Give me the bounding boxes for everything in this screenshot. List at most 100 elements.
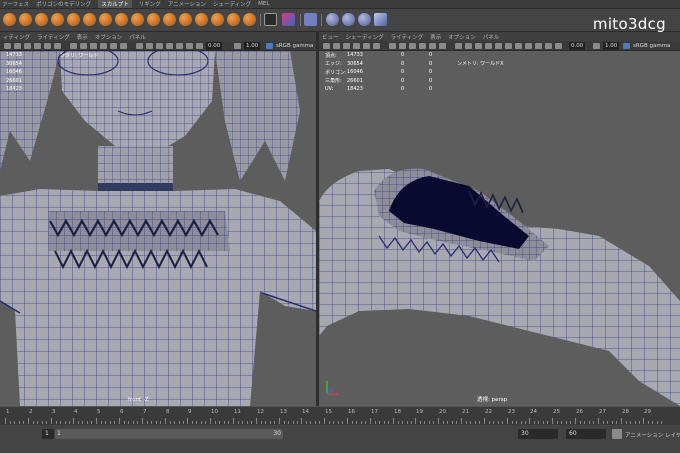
spray-brush-icon[interactable] [115,13,128,26]
smear-brush-icon[interactable] [227,13,240,26]
wireframe-on-shaded-icon[interactable] [90,43,97,49]
left-viewport-canvas[interactable]: 14733 ンタリ: ワールド 30654 16046 26601 18423 f… [0,46,316,406]
menu-lighting[interactable]: ライティング [391,33,424,41]
shelf-tab-rigging[interactable]: リギング [139,0,161,8]
anim-end-field[interactable]: 60 [566,429,606,439]
grid-icon[interactable] [34,43,41,49]
resolution-gate-icon[interactable] [54,43,61,49]
textured-icon[interactable] [419,43,426,49]
image-plane-icon[interactable] [24,43,31,49]
sphere-mesh-icon[interactable] [304,13,317,26]
repeat-brush-icon[interactable] [131,13,144,26]
menu-shading[interactable]: ィティング [3,33,30,41]
shelf-tab-rendering[interactable]: シェーディング [213,0,251,8]
grab-brush-icon[interactable] [51,13,64,26]
wax-brush-icon[interactable] [163,13,176,26]
fill-brush-icon[interactable] [195,13,208,26]
xray-joints-icon[interactable] [146,43,153,49]
menu-view[interactable]: ビュー [322,33,339,41]
imprint-brush-icon[interactable] [147,13,160,26]
motion-blur-icon[interactable] [495,43,502,49]
scrape-brush-icon[interactable] [179,13,192,26]
settings-icon[interactable] [612,429,622,439]
menu-lighting[interactable]: ライティング [37,33,70,41]
depth-of-field-icon[interactable] [525,43,532,49]
textured-icon[interactable] [100,43,107,49]
bookmark-icon[interactable] [14,43,21,49]
wireframe-icon[interactable] [70,43,77,49]
right-viewport-canvas[interactable]: 頂点: 14733 0 0 エッジ: 30654 0 0 ンメトリ: ワールドX ポリゴン: 1… [319,51,680,406]
bookmark-icon[interactable] [333,43,340,49]
xray-icon[interactable] [455,43,462,49]
isolate-icon[interactable] [515,43,522,49]
shadows-icon[interactable] [120,43,127,49]
anim-layer-label[interactable]: アニメーション レイヤなし [625,431,680,439]
smooth-shade-icon[interactable] [80,43,87,49]
time-slider[interactable]: 1 2 3 4 5 6 7 8 9 10 11 12 13 14 15 16 17 18 19 20 21 22 23 24 2… [0,406,680,425]
start-time-field[interactable]: 1 [42,429,54,439]
wireframe-icon[interactable] [389,43,396,49]
resolution-gate-icon[interactable] [373,43,380,49]
smooth-brush-icon[interactable] [19,13,32,26]
isolate-icon[interactable] [196,43,203,49]
gamma-icon[interactable] [234,43,241,49]
gamma-icon[interactable] [593,43,600,49]
ambient-occlusion-icon[interactable] [166,43,173,49]
cut-tool-icon[interactable] [374,13,387,26]
grid-icon[interactable] [353,43,360,49]
menu-panels[interactable]: パネル [483,33,500,41]
color-space-label[interactable]: sRGB gamma [633,42,670,50]
freeze-icon[interactable] [264,13,277,26]
end-time-field[interactable]: 30 [518,429,558,439]
flatten-brush-icon[interactable] [83,13,96,26]
color-management-icon[interactable] [266,43,273,49]
film-gate-icon[interactable] [44,43,51,49]
color-space-label[interactable]: sRGB gamma [276,42,313,50]
camera-icon[interactable] [4,43,11,49]
combine-tool-icon[interactable] [358,13,371,26]
range-slider[interactable]: 1 30 [55,429,283,439]
menu-options[interactable]: オプション [95,33,123,41]
xray-icon[interactable] [136,43,143,49]
ambient-occlusion-icon[interactable] [485,43,492,49]
wireframe-on-shaded-icon[interactable] [409,43,416,49]
lights-icon[interactable] [429,43,436,49]
menu-options[interactable]: オプション [448,33,476,41]
backface-culling-icon[interactable] [156,43,163,49]
lights-icon[interactable] [110,43,117,49]
backface-culling-icon[interactable] [475,43,482,49]
mesh-tool-icon[interactable] [326,13,339,26]
left-viewport[interactable]: ィティング ライティング 表示 オプション パネル 0.00 1.00 sRGB… [0,32,316,406]
antialias-icon[interactable] [186,43,193,49]
exposure-field[interactable]: 0.00 [569,42,586,50]
shelf-tab-animation[interactable]: アニメーション [168,0,206,8]
antialias-icon[interactable] [505,43,512,49]
exposure-icon[interactable] [555,43,562,49]
bulge-brush-icon[interactable] [243,13,256,26]
camera-attrs-icon[interactable] [545,43,552,49]
xray-joints-icon[interactable] [465,43,472,49]
mirror-tool-icon[interactable] [342,13,355,26]
pinch-brush-icon[interactable] [67,13,80,26]
shadows-icon[interactable] [439,43,446,49]
camera-icon[interactable] [323,43,330,49]
hud-icon[interactable] [535,43,542,49]
image-plane-icon[interactable] [343,43,350,49]
foamy-brush-icon[interactable] [99,13,112,26]
motion-blur-icon[interactable] [176,43,183,49]
gamma-field[interactable]: 1.00 [603,42,620,50]
mask-icon[interactable] [282,13,295,26]
shelf-tab-surfaces[interactable]: ァーフェス [2,0,29,8]
menu-shading[interactable]: シェーディング [346,33,384,41]
color-management-icon[interactable] [623,43,630,49]
shelf-tab-poly-modeling[interactable]: ポリゴンのモデリング [36,0,91,8]
menu-show[interactable]: 表示 [77,33,88,41]
exposure-field[interactable]: 0.00 [206,42,223,50]
right-viewport[interactable]: ビュー シェーディング ライティング 表示 オプション パネル 0.00 1.0… [319,32,680,406]
gamma-field[interactable]: 1.00 [244,42,261,50]
shelf-tab-mel[interactable]: MEL [258,1,269,7]
sculpt-brush-icon[interactable] [3,13,16,26]
smooth-shade-icon[interactable] [399,43,406,49]
menu-panels[interactable]: パネル [129,33,146,41]
shelf-tab-sculpting[interactable]: スカルプト [98,0,132,8]
